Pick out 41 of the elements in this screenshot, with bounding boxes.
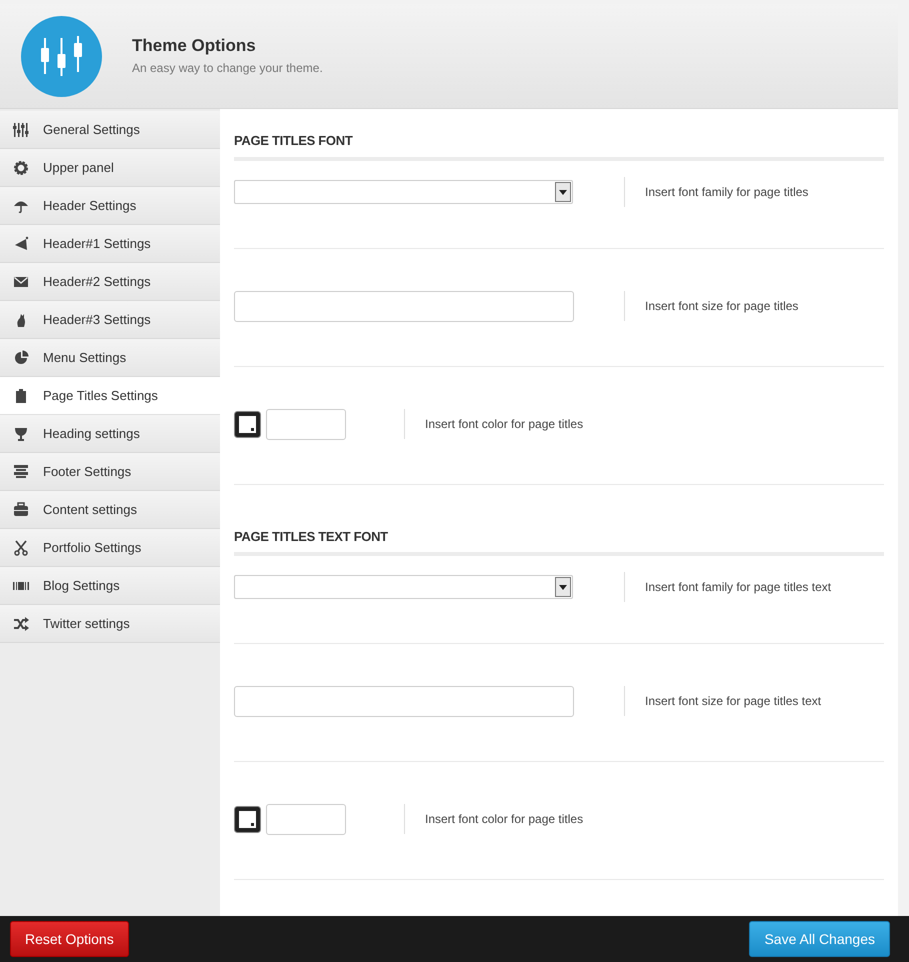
color-field[interactable] <box>266 804 346 835</box>
sidebar-item[interactable]: Blog Settings <box>0 567 220 605</box>
shuffle-icon <box>13 616 29 632</box>
field-hint: Insert font size for page titles <box>624 290 798 320</box>
section-title: PAGE TITLES FONT <box>234 132 354 150</box>
sidebar-item[interactable]: Header#2 Settings <box>0 263 220 301</box>
field-hint: Insert font size for page titles text <box>624 686 822 716</box>
reset-options-button[interactable]: Reset Options <box>10 921 129 957</box>
sidebar-item[interactable]: Upper panel <box>0 149 220 187</box>
sidebar-item[interactable]: Header Settings <box>0 187 220 225</box>
trophy-icon <box>13 426 29 442</box>
field-hint: Insert font color for page titles <box>404 408 584 438</box>
sidebar-item[interactable]: Header#1 Settings <box>0 225 220 263</box>
pie-chart-icon <box>13 350 29 366</box>
color-swatch[interactable] <box>234 410 261 438</box>
clipboard-icon <box>13 388 29 404</box>
app-title: Theme Options <box>132 35 257 57</box>
font-size-field[interactable] <box>234 686 574 717</box>
gear-icon <box>13 160 29 176</box>
sidebar-item[interactable]: Portfolio Settings <box>0 529 220 567</box>
sidebar-item[interactable]: Footer Settings <box>0 453 220 491</box>
color-swatch[interactable] <box>234 806 261 833</box>
sidebar-item[interactable]: Menu Settings <box>0 339 220 377</box>
field-hint: Insert font family for page titles <box>624 176 808 206</box>
section-title: PAGE TITLES TEXT FONT <box>234 528 389 546</box>
briefcase-icon <box>13 502 29 518</box>
color-field[interactable] <box>266 408 346 440</box>
font-size-field[interactable] <box>234 290 574 322</box>
equalizer-icon <box>13 122 29 138</box>
sliders-icon <box>21 16 102 96</box>
field-hint: Insert font family for page titles text <box>624 572 832 602</box>
scissors-icon <box>13 540 29 556</box>
field-hint: Insert font color for page titles <box>404 804 584 834</box>
app-subtitle: An easy way to change your theme. <box>132 60 323 77</box>
sidebar-item[interactable]: Content settings <box>0 491 220 529</box>
sidebar-item[interactable]: Heading settings <box>0 415 220 453</box>
sidebar-item[interactable]: Header#3 Settings <box>0 301 220 339</box>
sidebar-item[interactable]: General Settings <box>0 111 220 149</box>
server-icon <box>13 464 29 480</box>
sidebar-item[interactable]: Twitter settings <box>0 605 220 643</box>
sidebar-item[interactable]: Page Titles Settings <box>0 377 220 415</box>
